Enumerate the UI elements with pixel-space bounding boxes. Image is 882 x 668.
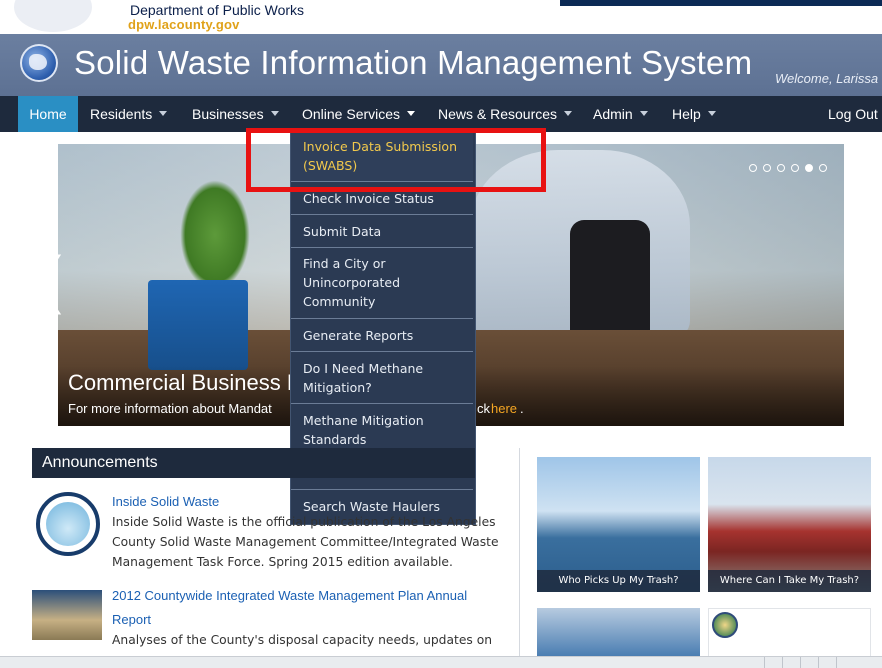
announcement-title-link[interactable]: Report	[112, 612, 151, 627]
announcement-text: Management Task Force. Spring 2015 editi…	[112, 555, 453, 569]
column-divider	[519, 448, 520, 668]
announcement-title-link[interactable]: 2012 Countywide Integrated Waste Managem…	[112, 588, 467, 603]
nav-label: Log Out	[828, 106, 878, 122]
slide-image-recycle-bin	[148, 280, 248, 370]
nav-label: Home	[29, 106, 67, 122]
slider-dot[interactable]	[777, 164, 785, 172]
tile-caption[interactable]: Who Picks Up My Trash?	[537, 570, 700, 592]
annual-report-thumbnail[interactable]	[32, 590, 102, 640]
slider-dot[interactable]	[805, 164, 813, 172]
nav-item-admin[interactable]: Admin	[593, 96, 648, 132]
nav-label: News & Resources	[438, 106, 558, 122]
department-name: Department of Public Works	[130, 2, 305, 18]
nav-label: Businesses	[192, 106, 264, 122]
slide-image-plant	[180, 180, 250, 290]
nav-item-businesses[interactable]: Businesses	[192, 96, 279, 132]
highlight-annotation-box	[246, 128, 546, 192]
announcement-text: Analyses of the County's disposal capaci…	[112, 633, 493, 647]
slider-dot[interactable]	[791, 164, 799, 172]
nav-item-home[interactable]: Home	[18, 96, 78, 132]
browser-status-bar	[0, 656, 882, 668]
announcements-title: Announcements	[42, 454, 158, 471]
globe-logo-icon[interactable]	[20, 44, 58, 82]
slider-prev-arrow-icon[interactable]: ❮	[20, 250, 70, 310]
dropdown-item-methane-mitigation[interactable]: Do I Need Methane Mitigation?	[291, 352, 473, 404]
caret-down-icon	[159, 110, 168, 116]
nav-item-online-services[interactable]: Online Services	[302, 96, 416, 132]
slider-dot[interactable]	[819, 164, 827, 172]
slide-text: For more information about Mandat	[68, 401, 272, 416]
caret-down-icon	[407, 110, 416, 116]
status-bar-cell	[818, 657, 837, 668]
caret-down-icon	[639, 110, 648, 116]
tile-caption[interactable]: Where Can I Take My Trash?	[708, 570, 871, 592]
nav-label: Online Services	[302, 106, 401, 122]
caret-down-icon	[564, 110, 573, 116]
inside-solid-waste-logo-inner	[46, 502, 90, 546]
slide-more-link[interactable]: here	[491, 401, 517, 416]
top-right-bar	[560, 0, 882, 6]
nav-label: Residents	[90, 106, 153, 122]
status-bar-cell	[782, 657, 801, 668]
county-seal-icon	[712, 612, 738, 638]
dropdown-item-submit-data[interactable]: Submit Data	[291, 215, 473, 248]
site-title[interactable]: Solid Waste Information Management Syste…	[74, 44, 752, 82]
nav-item-residents[interactable]: Residents	[90, 96, 168, 132]
caret-down-icon	[270, 110, 279, 116]
nav-label: Help	[672, 106, 701, 122]
slider-dot[interactable]	[749, 164, 757, 172]
dropdown-item-find-city[interactable]: Find a City or Unincorporated Community	[291, 248, 473, 319]
slide-title: Commercial Business R	[68, 370, 303, 395]
slider-next-arrow-icon[interactable]: ❯	[850, 250, 882, 310]
status-bar-cell	[800, 657, 819, 668]
status-bar-cell	[764, 657, 783, 668]
announcement-text: Inside Solid Waste is the official publi…	[112, 515, 496, 529]
slide-text-tail: ck	[477, 401, 490, 416]
nav-item-help[interactable]: Help	[672, 96, 716, 132]
status-bar-cell	[836, 657, 855, 668]
nav-item-news-resources[interactable]: News & Resources	[438, 96, 573, 132]
slide-text-period: .	[520, 401, 524, 416]
nav-label: Admin	[593, 106, 633, 122]
announcement-text: County Solid Waste Management Committee/…	[112, 535, 499, 549]
slider-dot[interactable]	[763, 164, 771, 172]
caret-down-icon	[707, 110, 716, 116]
nav-item-log-out[interactable]: Log Out	[828, 96, 878, 132]
dropdown-item-generate-reports[interactable]: Generate Reports	[291, 319, 473, 352]
announcement-title-link[interactable]: Inside Solid Waste	[112, 494, 219, 509]
welcome-message: Welcome, Larissa	[775, 71, 879, 86]
department-url[interactable]: dpw.lacounty.gov	[128, 17, 240, 32]
